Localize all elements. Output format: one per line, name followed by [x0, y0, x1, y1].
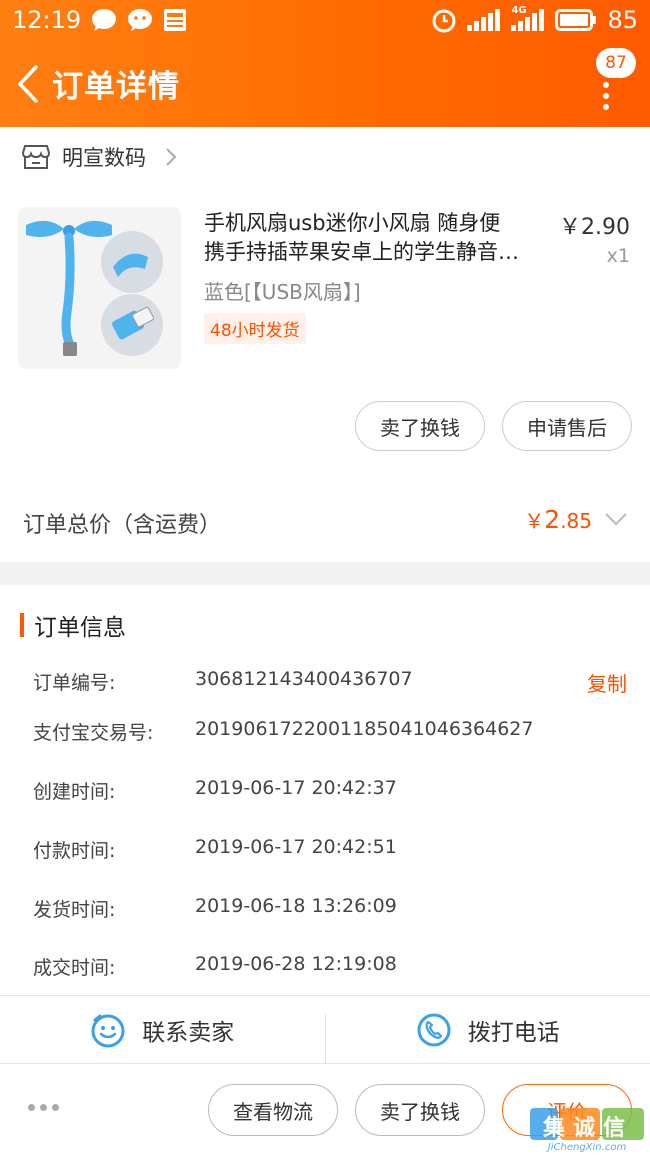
product-title-line-2: 携手持插苹果安卓上的学生静音…	[204, 240, 519, 264]
wechat-notification-icon	[127, 8, 153, 32]
more-dots-icon	[603, 82, 609, 115]
deal-time-row: 成交时间: 2019-06-28 12:19:08	[33, 953, 633, 983]
deal-time-value: 2019-06-28 12:19:08	[195, 953, 397, 975]
sell-for-cash-button[interactable]: 卖了换钱	[355, 401, 485, 451]
signal-4g-icon: 4G	[511, 5, 545, 31]
product-quantity: x1	[606, 245, 630, 267]
store-name: 明宣数码	[62, 146, 146, 170]
order-info-title: 订单信息	[20, 611, 126, 641]
order-item-card: 明宣数码 手机风扇usb迷你小风扇 随身便 携手持插苹果安卓上的学生静音… ￥2…	[0, 127, 650, 562]
chevron-left-icon	[18, 64, 38, 103]
copy-order-number-button[interactable]: 复制	[587, 668, 627, 697]
created-time-value: 2019-06-17 20:42:37	[195, 777, 397, 799]
product-title-line-1: 手机风扇usb迷你小风扇 随身便	[204, 211, 501, 235]
order-total-price: ￥2.85	[524, 505, 592, 534]
product-image[interactable]	[18, 207, 181, 369]
alipay-trade-number-label: 支付宝交易号:	[33, 722, 154, 744]
order-total-label: 订单总价（含运费）	[23, 513, 222, 538]
contact-seller-label: 联系卖家	[142, 1019, 235, 1046]
alipay-trade-number-row: 支付宝交易号: 2019061722001185041046364627	[33, 718, 633, 748]
payment-time-label: 付款时间:	[33, 840, 116, 862]
store-icon	[22, 145, 50, 169]
created-time-label: 创建时间:	[33, 781, 116, 803]
bottom-action-bar: 查看物流 卖了换钱 评价 集诚信 JiChengXin.com	[0, 1063, 650, 1155]
alipay-trade-number-value: 2019061722001185041046364627	[195, 718, 534, 740]
back-button[interactable]	[6, 40, 50, 127]
call-phone-button[interactable]: 拨打电话	[326, 996, 650, 1063]
total-integer: 2	[544, 505, 561, 534]
order-number-label: 订单编号:	[33, 672, 116, 694]
message-count-badge: 87	[596, 48, 636, 78]
contact-bar: 联系卖家 拨打电话	[0, 995, 650, 1064]
more-actions-icon[interactable]	[28, 1104, 59, 1111]
smile-chat-icon	[91, 1014, 125, 1047]
shipping-time-value: 2019-06-18 13:26:09	[195, 895, 397, 917]
title-bar: 订单详情 87	[0, 40, 650, 127]
alarm-icon	[431, 7, 457, 33]
payment-time-row: 付款时间: 2019-06-17 20:42:51	[33, 836, 633, 866]
payment-time-value: 2019-06-17 20:42:51	[195, 836, 397, 858]
created-time-row: 创建时间: 2019-06-17 20:42:37	[33, 777, 633, 807]
page-title: 订单详情	[52, 69, 180, 105]
usb-fan-image	[18, 207, 181, 369]
watermark-subtext: JiChengXin.com	[547, 1142, 627, 1153]
product-spec: 蓝色[【USB风扇】]	[204, 280, 361, 304]
order-number-row: 订单编号: 306812143400436707 复制	[33, 668, 633, 698]
more-menu-button[interactable]: 87	[576, 46, 636, 116]
product-title[interactable]: 手机风扇usb迷你小风扇 随身便 携手持插苹果安卓上的学生静音…	[204, 209, 549, 267]
battery-icon	[555, 9, 597, 31]
deal-time-label: 成交时间:	[33, 957, 116, 979]
shipping-time-row: 发货时间: 2019-06-18 13:26:09	[33, 895, 633, 925]
phone-icon	[417, 1013, 451, 1046]
network-type: 4G	[511, 5, 527, 16]
order-info-section: 订单信息 订单编号: 306812143400436707 复制 支付宝交易号:…	[0, 585, 650, 995]
chevron-down-icon	[605, 513, 627, 526]
call-phone-label: 拨打电话	[467, 1019, 560, 1046]
order-number-value: 306812143400436707	[195, 668, 413, 690]
contact-seller-button[interactable]: 联系卖家	[0, 996, 325, 1063]
after-sale-button[interactable]: 申请售后	[502, 401, 632, 451]
view-logistics-button[interactable]: 查看物流	[208, 1084, 338, 1136]
status-time: 12:19	[12, 6, 82, 34]
store-row[interactable]: 明宣数码	[22, 141, 178, 173]
app-header: 12:19 4G 85 订单详情 87	[0, 0, 650, 127]
chat-notification-icon	[91, 8, 117, 32]
total-decimal: .85	[560, 509, 592, 533]
product-price: ￥2.90	[559, 215, 630, 240]
sell-for-cash-bottom-button[interactable]: 卖了换钱	[355, 1084, 485, 1136]
status-bar: 12:19 4G 85	[0, 0, 650, 40]
news-notification-icon	[163, 8, 187, 32]
signal-icon	[467, 9, 501, 31]
shipping-tag: 48小时发货	[204, 313, 306, 344]
total-currency: ￥	[524, 509, 545, 533]
battery-level: 85	[607, 6, 638, 34]
watermark-logo: 集诚信 JiChengXin.com	[528, 1104, 646, 1155]
order-total-row[interactable]: 订单总价（含运费） ￥2.85	[0, 487, 650, 557]
shipping-time-label: 发货时间:	[33, 899, 116, 921]
watermark-text: 集诚信	[542, 1116, 633, 1141]
chevron-right-icon	[166, 148, 177, 166]
